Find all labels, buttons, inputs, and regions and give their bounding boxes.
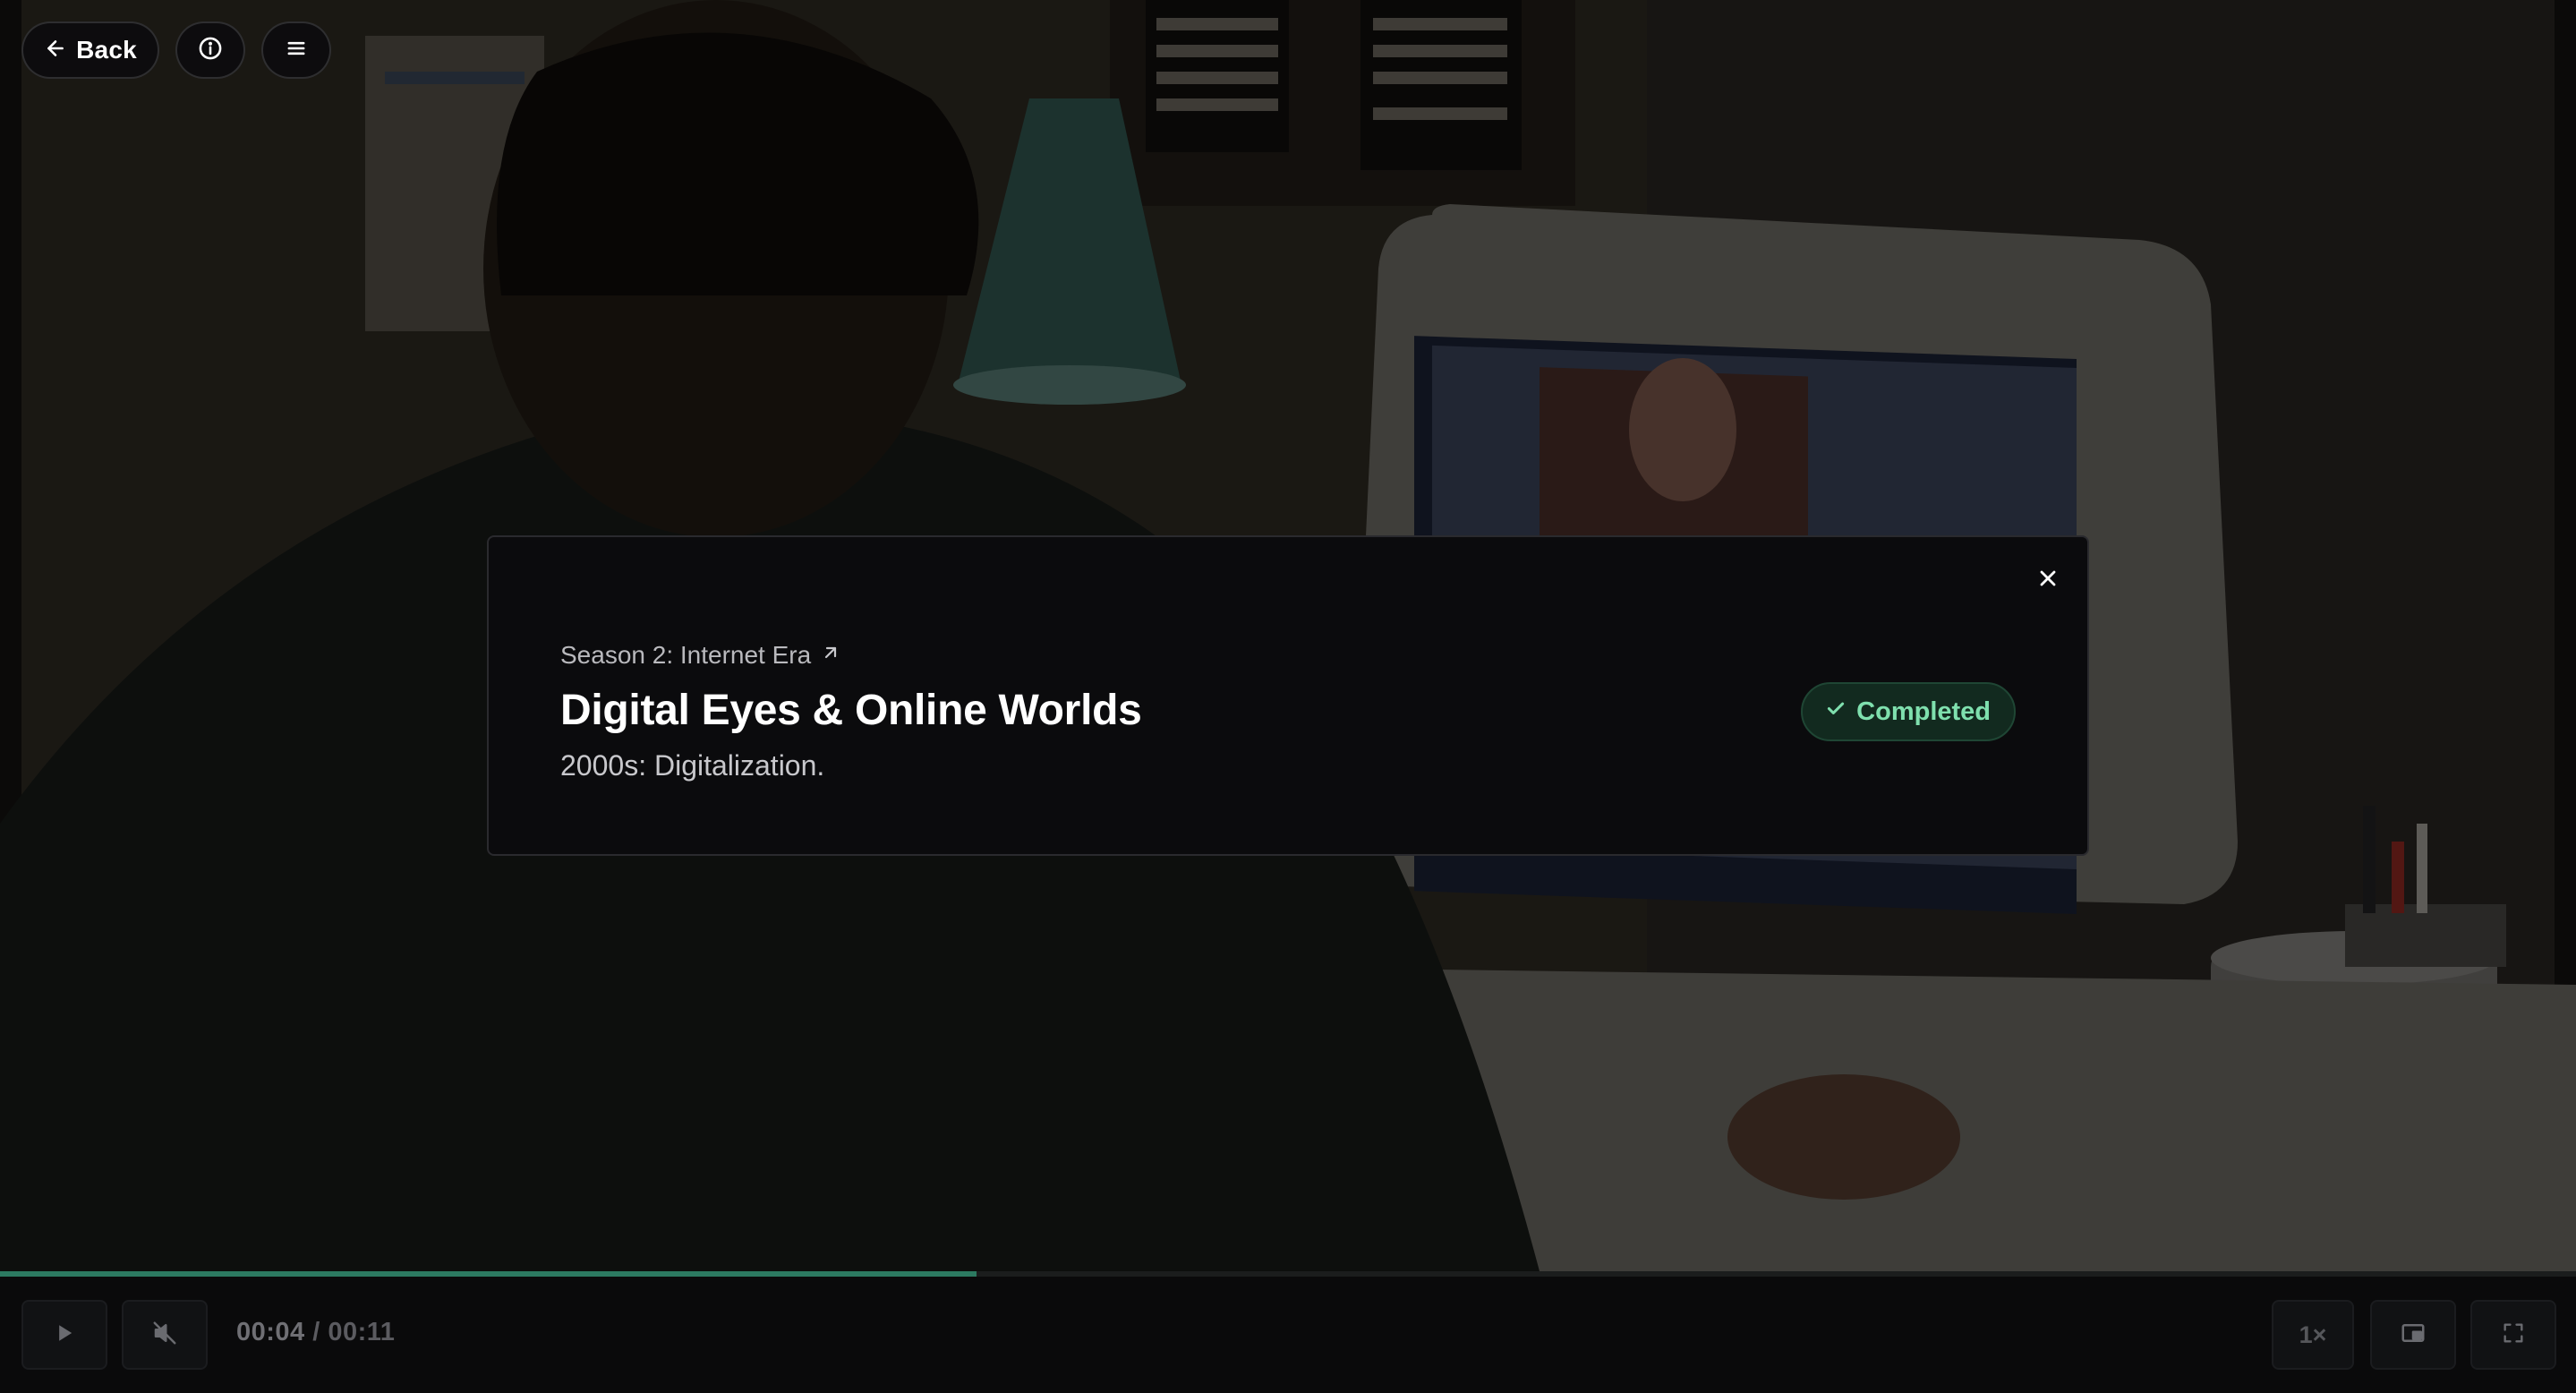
picture-in-picture-icon [2400, 1320, 2427, 1351]
duration: 00:11 [328, 1318, 396, 1346]
player-controls: 00:04 / 00:11 1× [0, 1277, 2576, 1393]
status-badge-label: Completed [1856, 696, 1991, 726]
mute-button[interactable] [122, 1300, 208, 1370]
info-button[interactable] [175, 21, 245, 79]
playback-speed-button[interactable]: 1× [2272, 1300, 2354, 1370]
episode-description: 2000s: Digitalization. [560, 749, 825, 782]
video-player: Back Season 2: Internet Era Digital Eyes… [0, 0, 2576, 1393]
play-button[interactable] [21, 1300, 107, 1370]
menu-button[interactable] [261, 21, 331, 79]
time-separator: / [304, 1318, 328, 1346]
episode-info-dialog: Season 2: Internet Era Digital Eyes & On… [487, 535, 2089, 856]
fullscreen-button[interactable] [2470, 1300, 2556, 1370]
time-display: 00:04 / 00:11 [236, 1318, 395, 1347]
play-icon [52, 1320, 77, 1350]
info-circle-icon [198, 36, 223, 65]
close-icon [2035, 566, 2060, 595]
check-icon [1824, 696, 1847, 727]
back-button[interactable]: Back [21, 21, 159, 79]
status-badge: Completed [1801, 682, 2016, 741]
arrow-up-right-icon [820, 641, 841, 670]
back-button-label: Back [76, 36, 137, 64]
fullscreen-icon [2501, 1320, 2526, 1350]
picture-in-picture-button[interactable] [2370, 1300, 2456, 1370]
season-link[interactable]: Season 2: Internet Era [560, 641, 1142, 670]
close-dialog-button[interactable] [2028, 560, 2068, 600]
episode-details: Season 2: Internet Era Digital Eyes & On… [560, 641, 1142, 782]
arrow-left-icon [44, 37, 67, 64]
episode-title: Digital Eyes & Online Worlds [560, 687, 1142, 734]
current-time: 00:04 [236, 1318, 305, 1346]
playback-speed-label: 1× [2299, 1320, 2327, 1348]
top-bar: Back [21, 21, 331, 79]
season-link-label: Season 2: Internet Era [560, 641, 812, 669]
hamburger-menu-icon [284, 36, 309, 65]
muted-speaker-icon [151, 1320, 178, 1351]
